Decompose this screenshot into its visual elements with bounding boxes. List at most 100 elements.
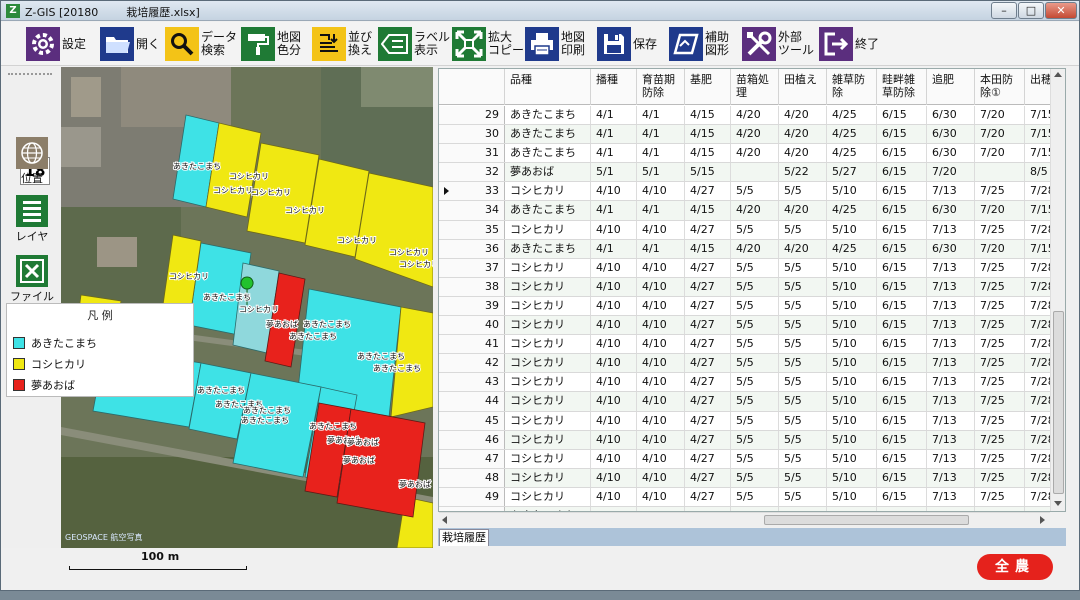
table-cell[interactable]: 4/15 <box>685 239 731 258</box>
table-cell[interactable]: コシヒカリ <box>505 316 591 335</box>
table-cell[interactable]: 7/25 <box>975 258 1025 277</box>
row-header[interactable]: 33 <box>439 182 505 201</box>
column-header[interactable]: 追肥 <box>927 69 975 105</box>
table-row[interactable]: 44 コシヒカリ 4/10 4/10 4/27 5/5 5/5 5/10 6/15 7/13 7/2… <box>439 392 1055 412</box>
table-row[interactable]: 47 コシヒカリ 4/10 4/10 4/27 5/5 5/5 5/10 6/15 7/13 7/2… <box>439 449 1055 469</box>
table-row[interactable]: 40 コシヒカリ 4/10 4/10 4/27 5/5 5/5 5/10 6/15 7/13 7/2… <box>439 316 1055 336</box>
table-cell[interactable]: 5/5 <box>779 277 827 296</box>
table-cell[interactable]: 6/30 <box>927 144 975 163</box>
table-cell[interactable]: 5/5 <box>779 354 827 373</box>
table-cell[interactable]: 7/13 <box>927 411 975 430</box>
table-cell[interactable]: 7/13 <box>927 316 975 335</box>
grid-corner-cell[interactable] <box>439 69 505 105</box>
row-header[interactable]: 41 <box>439 335 505 354</box>
table-cell[interactable]: 6/15 <box>877 277 927 296</box>
table-cell[interactable]: 4/20 <box>731 201 779 220</box>
table-cell[interactable]: 7/20 <box>975 144 1025 163</box>
table-cell[interactable]: 4/10 <box>637 296 685 316</box>
table-cell[interactable]: 5/5 <box>731 411 779 430</box>
sort-button[interactable]: 並び 換え <box>312 27 372 61</box>
table-cell[interactable]: 5/5 <box>731 373 779 392</box>
exit-button[interactable]: 終了 <box>819 27 879 61</box>
table-cell[interactable]: 5/5 <box>779 296 827 316</box>
row-header[interactable]: 38 <box>439 277 505 296</box>
table-cell[interactable]: 7/20 <box>975 125 1025 144</box>
column-header[interactable]: 品種 <box>505 69 591 105</box>
column-header[interactable]: 雑草防 除 <box>827 69 877 105</box>
column-header[interactable]: 基肥 <box>685 69 731 105</box>
save-button[interactable]: 保存 <box>597 27 657 61</box>
table-cell[interactable]: コシヒカリ <box>505 277 591 296</box>
table-cell[interactable]: 4/27 <box>685 316 731 335</box>
table-cell[interactable]: 4/20 <box>779 144 827 163</box>
table-cell[interactable]: 4/1 <box>637 239 685 258</box>
row-header[interactable]: 45 <box>439 411 505 430</box>
table-cell[interactable]: 4/1 <box>591 239 637 258</box>
table-cell[interactable]: 5/10 <box>827 182 877 201</box>
table-row[interactable]: 45 コシヒカリ 4/10 4/10 4/27 5/5 5/5 5/10 6/15 7/13 7/2… <box>439 411 1055 431</box>
table-cell[interactable]: 6/15 <box>877 163 927 182</box>
table-cell[interactable]: 4/20 <box>731 144 779 163</box>
row-header[interactable]: 32 <box>439 163 505 182</box>
table-cell[interactable]: 6/15 <box>877 106 927 125</box>
table-cell[interactable]: 6/15 <box>877 144 927 163</box>
sidebar-item-file[interactable]: ファイル <box>8 255 56 304</box>
table-cell[interactable]: 4/10 <box>591 220 637 239</box>
scroll-right-icon[interactable] <box>1040 516 1045 524</box>
column-header[interactable]: 本田防 除① <box>975 69 1025 105</box>
table-cell[interactable]: 4/25 <box>827 106 877 125</box>
table-cell[interactable]: 5/22 <box>779 163 827 182</box>
table-cell[interactable]: 6/15 <box>877 487 927 506</box>
table-cell[interactable]: 7/20 <box>975 201 1025 220</box>
table-cell[interactable]: 5/27 <box>827 163 877 182</box>
table-cell[interactable]: 6/15 <box>877 411 927 430</box>
table-cell[interactable]: 4/1 <box>591 144 637 163</box>
table-cell[interactable]: 4/10 <box>637 487 685 506</box>
table-cell[interactable]: 4/27 <box>685 373 731 392</box>
table-row[interactable]: 37 コシヒカリ 4/10 4/10 4/27 5/5 5/5 5/10 6/15 7/13 7/2… <box>439 258 1055 278</box>
title-bar[interactable]: Z Z-GIS [20180 栽培履歴.xlsx] – □ ✕ <box>1 1 1079 21</box>
table-cell[interactable]: 7/13 <box>927 430 975 449</box>
sidebar-item-position[interactable]: 位置 <box>8 137 56 186</box>
table-cell[interactable]: コシヒカリ <box>505 468 591 487</box>
table-cell[interactable]: 4/10 <box>591 258 637 277</box>
table-cell[interactable]: 6/15 <box>877 354 927 373</box>
table-cell[interactable]: コシヒカリ <box>505 430 591 449</box>
table-cell[interactable]: 6/15 <box>877 449 927 468</box>
table-cell[interactable]: 7/13 <box>927 220 975 239</box>
row-header[interactable]: 30 <box>439 125 505 144</box>
table-cell[interactable]: 4/27 <box>685 182 731 201</box>
table-cell[interactable]: 5/5 <box>779 316 827 335</box>
map-print-button[interactable]: 地図 印刷 <box>525 27 585 61</box>
scroll-down-icon[interactable] <box>1054 501 1062 506</box>
table-cell[interactable]: 4/10 <box>637 335 685 354</box>
table-cell[interactable]: 4/10 <box>637 430 685 449</box>
enlarge-copy-button[interactable]: 拡大 コピー <box>452 27 524 61</box>
table-row[interactable]: 39 コシヒカリ 4/10 4/10 4/27 5/5 5/5 5/10 6/15 7/13 7/2… <box>439 296 1055 317</box>
table-cell[interactable]: 4/10 <box>591 487 637 506</box>
row-header[interactable]: 36 <box>439 239 505 258</box>
close-button[interactable]: ✕ <box>1045 2 1077 19</box>
table-cell[interactable]: 4/27 <box>685 449 731 468</box>
table-cell[interactable]: 7/25 <box>975 335 1025 354</box>
horizontal-scroll-thumb[interactable] <box>764 515 969 525</box>
table-cell[interactable]: 5/5 <box>779 373 827 392</box>
table-cell[interactable]: 7/25 <box>975 220 1025 239</box>
table-cell[interactable]: 4/25 <box>827 144 877 163</box>
table-cell[interactable]: 7/13 <box>927 296 975 316</box>
row-header[interactable]: 29 <box>439 106 505 125</box>
column-header[interactable]: 育苗期 防除 <box>637 69 685 105</box>
table-cell[interactable]: 4/1 <box>591 106 637 125</box>
table-cell[interactable]: 4/15 <box>685 144 731 163</box>
table-cell[interactable]: 5/10 <box>827 220 877 239</box>
table-cell[interactable]: 5/5 <box>779 468 827 487</box>
row-header[interactable]: 48 <box>439 468 505 487</box>
table-cell[interactable]: 6/15 <box>877 430 927 449</box>
table-cell[interactable]: 5/10 <box>827 296 877 316</box>
column-header[interactable]: 苗箱処 理 <box>731 69 779 105</box>
table-cell[interactable]: 5/5 <box>779 449 827 468</box>
table-cell[interactable]: 6/15 <box>877 316 927 335</box>
table-cell[interactable]: 4/25 <box>827 125 877 144</box>
table-cell[interactable]: 5/10 <box>827 316 877 335</box>
row-header[interactable]: 49 <box>439 487 505 506</box>
